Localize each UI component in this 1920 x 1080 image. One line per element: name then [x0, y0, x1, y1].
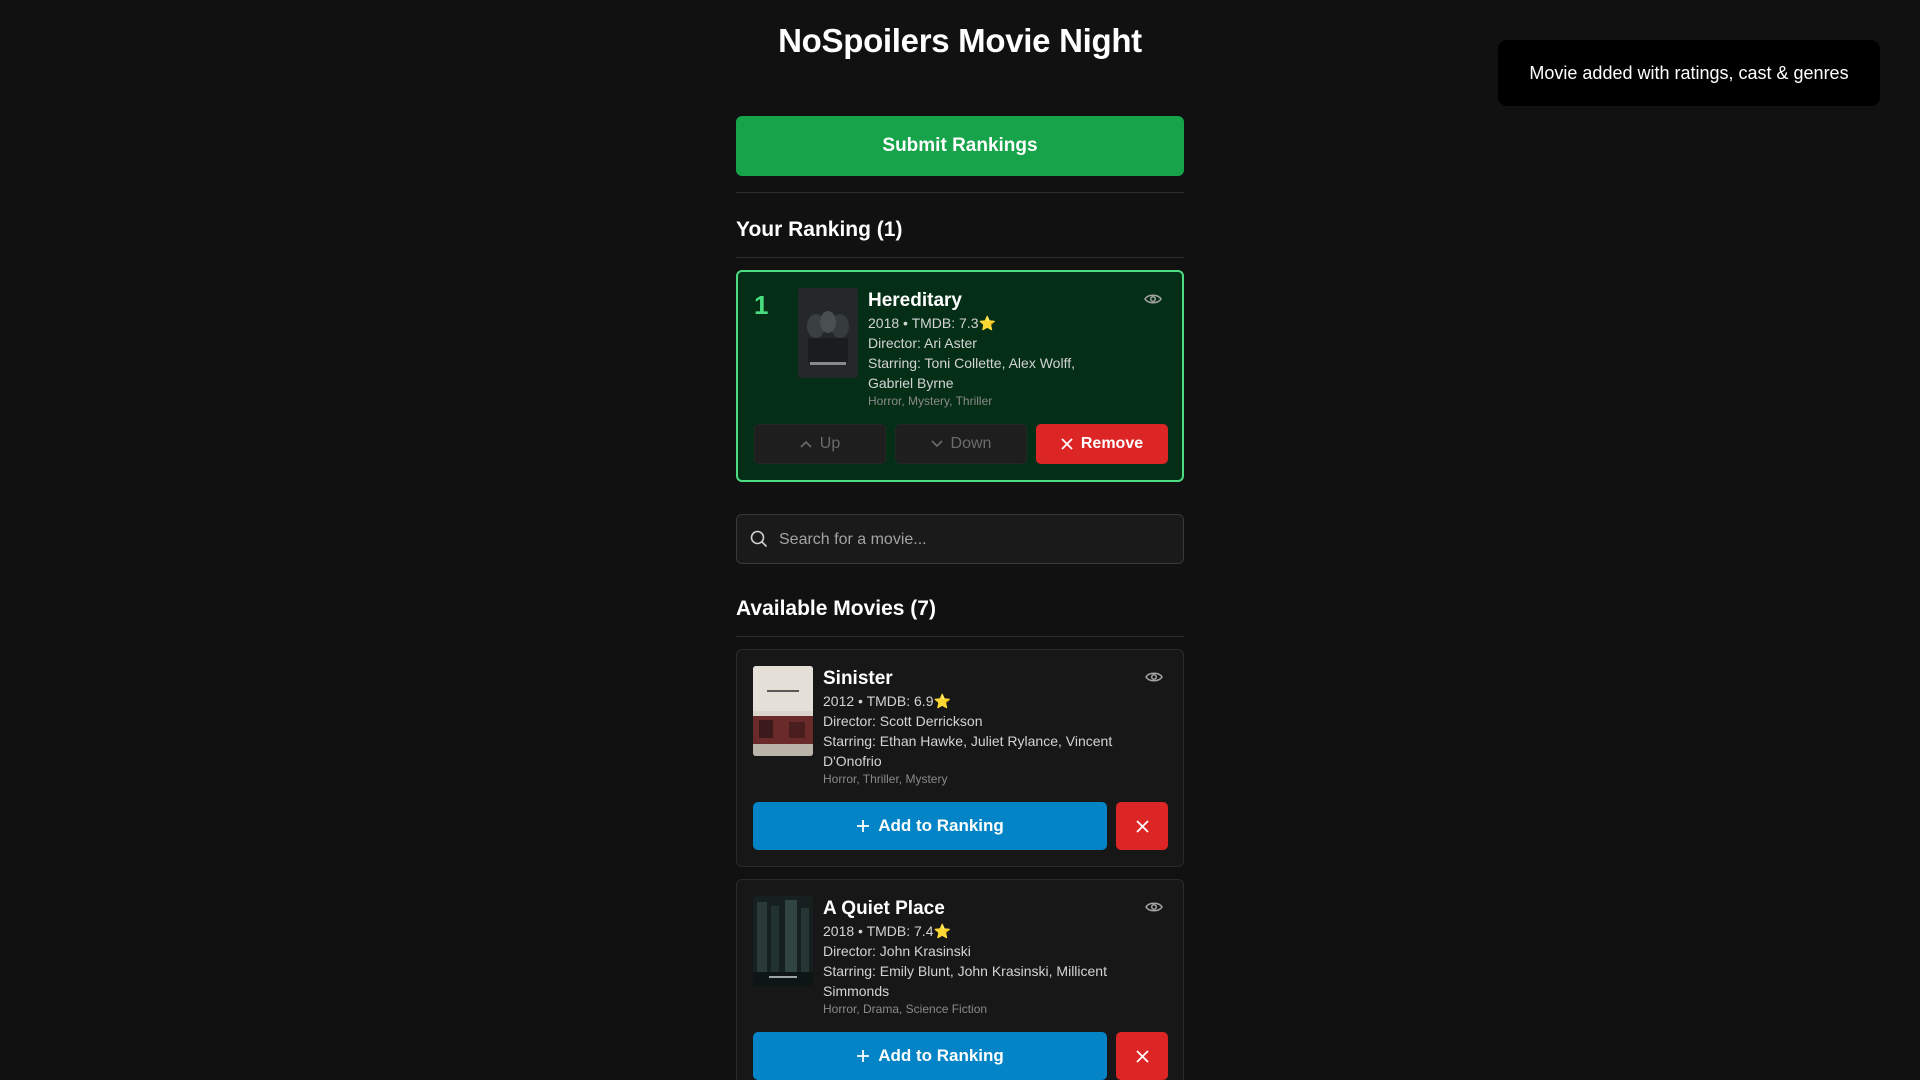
- move-down-label: Down: [950, 435, 992, 452]
- add-to-ranking-button[interactable]: Add to Ranking: [753, 802, 1107, 850]
- remove-label: Remove: [1080, 435, 1144, 452]
- eye-icon[interactable]: [1144, 292, 1162, 306]
- app-page: NoSpoilers Movie Night Movie added with …: [0, 0, 1920, 1080]
- movie-director: Director: Scott Derrickson: [823, 713, 983, 729]
- movie-genres: Horror, Mystery, Thriller: [868, 394, 993, 408]
- poster-art-sinister: [753, 666, 813, 756]
- movie-genres: Horror, Thriller, Mystery: [823, 772, 948, 786]
- close-icon: [1061, 438, 1073, 450]
- movie-meta: 2012 • TMDB: 6.9⭐: [823, 691, 1131, 711]
- dismiss-movie-button[interactable]: [1116, 1032, 1168, 1080]
- eye-icon[interactable]: [1145, 670, 1163, 684]
- star-icon: ⭐: [933, 923, 951, 939]
- close-icon: [1135, 819, 1149, 833]
- movie-genres: Horror, Drama, Science Fiction: [823, 1002, 988, 1016]
- movie-director: Director: John Krasinski: [823, 943, 971, 959]
- add-to-ranking-label: Add to Ranking: [878, 1046, 1004, 1065]
- ranked-movie-card: 1 Hereditary 2018 • TMDB: 7.3⭐ Director:…: [736, 270, 1184, 482]
- movie-starring-line-2: Simmonds: [823, 983, 890, 999]
- available-movie-card: Sinister 2012 • TMDB: 6.9⭐ Director: Sco…: [736, 649, 1184, 867]
- movie-info: A Quiet Place 2018 • TMDB: 7.4⭐ Director…: [823, 898, 1131, 1017]
- submit-rankings-button[interactable]: Submit Rankings: [736, 116, 1184, 176]
- movie-starring-line-1: Starring: Ethan Hawke, Juliet Rylance, V…: [823, 733, 1113, 749]
- remove-button[interactable]: Remove: [1036, 424, 1168, 464]
- movie-poster: [753, 666, 813, 756]
- toast-notification: Movie added with ratings, cast & genres: [1498, 40, 1880, 106]
- plus-icon: [857, 1050, 870, 1062]
- movie-year-rating: 2012 • TMDB: 6.9: [823, 693, 934, 709]
- move-up-label: Up: [819, 435, 841, 452]
- close-icon: [1135, 1049, 1149, 1063]
- movie-director: Director: Ari Aster: [868, 335, 977, 351]
- ranking-heading: Your Ranking (1): [736, 218, 903, 241]
- movie-title: A Quiet Place: [823, 898, 945, 919]
- movie-starring-line-1: Starring: Emily Blunt, John Krasinski, M…: [823, 963, 1107, 979]
- movie-search: [736, 514, 1184, 565]
- movie-year-rating: 2018 • TMDB: 7.4: [823, 923, 934, 939]
- divider: [736, 192, 1184, 193]
- poster-art-a-quiet-place: [753, 896, 813, 986]
- movie-title: Sinister: [823, 668, 893, 689]
- available-movie-card: A Quiet Place 2018 • TMDB: 7.4⭐ Director…: [736, 879, 1184, 1080]
- movie-info: Hereditary 2018 • TMDB: 7.3⭐ Director: A…: [868, 290, 1130, 409]
- movie-year-rating: 2018 • TMDB: 7.3: [868, 315, 979, 331]
- movie-poster: [798, 288, 858, 378]
- star-icon: ⭐: [978, 315, 996, 331]
- divider: [736, 636, 1184, 637]
- movie-starring-line-2: Gabriel Byrne: [868, 375, 954, 391]
- movie-poster: [753, 896, 813, 986]
- move-down-button[interactable]: Down: [895, 424, 1027, 464]
- search-icon: [750, 530, 768, 548]
- movie-meta: 2018 • TMDB: 7.4⭐: [823, 921, 1131, 941]
- available-actions: Add to Ranking: [753, 802, 1168, 850]
- chevron-up-icon: [800, 440, 812, 448]
- move-up-button[interactable]: Up: [754, 424, 886, 464]
- add-to-ranking-button[interactable]: Add to Ranking: [753, 1032, 1107, 1080]
- available-heading: Available Movies (7): [736, 597, 936, 620]
- toast-message: Movie added with ratings, cast & genres: [1529, 62, 1849, 83]
- search-input[interactable]: [777, 515, 1171, 565]
- movie-title: Hereditary: [868, 290, 962, 311]
- eye-icon[interactable]: [1145, 900, 1163, 914]
- chevron-down-icon: [930, 440, 943, 448]
- poster-art-hereditary: [798, 288, 858, 378]
- rank-number: 1: [754, 290, 769, 320]
- available-actions: Add to Ranking: [753, 1032, 1168, 1080]
- star-icon: ⭐: [933, 693, 951, 709]
- submit-rankings-label: Submit Rankings: [882, 135, 1038, 156]
- plus-icon: [857, 820, 870, 832]
- movie-starring-line-2: D'Onofrio: [823, 753, 882, 769]
- add-to-ranking-label: Add to Ranking: [878, 816, 1004, 835]
- movie-starring-line-1: Starring: Toni Collette, Alex Wolff,: [868, 355, 1075, 371]
- movie-info: Sinister 2012 • TMDB: 6.9⭐ Director: Sco…: [823, 668, 1131, 787]
- movie-meta: 2018 • TMDB: 7.3⭐: [868, 313, 1130, 333]
- divider: [736, 257, 1184, 258]
- ranked-actions: Up Down Remove: [754, 424, 1168, 464]
- dismiss-movie-button[interactable]: [1116, 802, 1168, 850]
